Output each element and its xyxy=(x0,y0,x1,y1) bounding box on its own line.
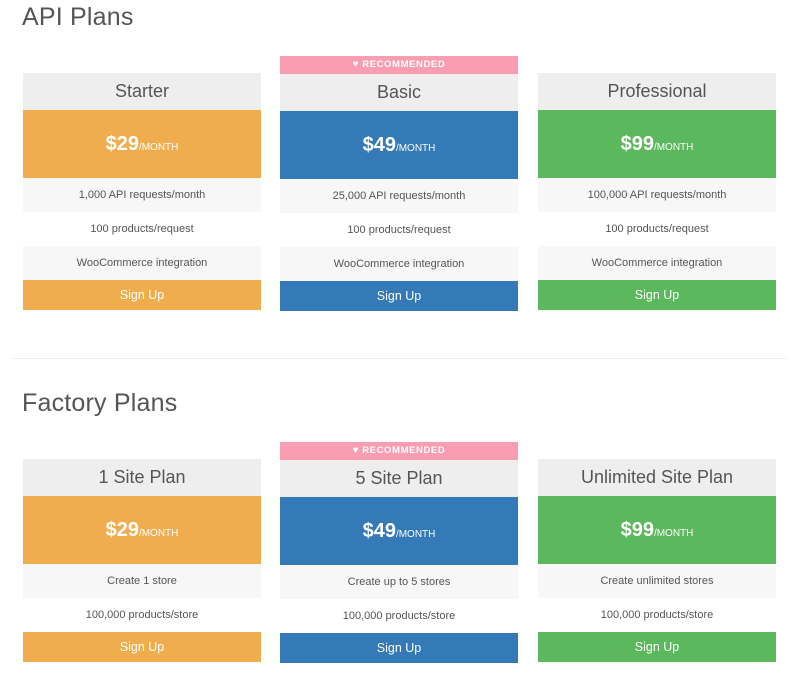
plan-card-professional: Professional $99/MONTH 100,000 API reque… xyxy=(538,73,776,310)
price-period: /MONTH xyxy=(138,528,179,539)
price-box: $29/MONTH xyxy=(23,110,261,178)
price-amount: $29 xyxy=(105,133,139,155)
sign-up-button-basic[interactable]: Sign Up xyxy=(280,281,518,311)
price-box: $49/MONTH xyxy=(280,111,518,179)
plan-name: Starter xyxy=(23,73,261,110)
price-box: $49/MONTH xyxy=(280,497,518,565)
feature-item: Create 1 store xyxy=(23,564,261,598)
feature-item: WooCommerce integration xyxy=(23,246,261,280)
plan-card-unlimited-site: Unlimited Site Plan $99/MONTH Create unl… xyxy=(538,459,776,662)
price-amount: $99 xyxy=(620,133,654,155)
price-amount: $99 xyxy=(620,519,654,541)
feature-item: Create up to 5 stores xyxy=(280,565,518,599)
recommended-label: RECOMMENDED xyxy=(362,59,446,70)
plan-card-1-site: 1 Site Plan $29/MONTH Create 1 store 100… xyxy=(23,459,261,662)
feature-item: 100 products/request xyxy=(347,224,451,236)
price-period: /MONTH xyxy=(653,528,694,539)
feature-item: 25,000 API requests/month xyxy=(280,179,518,213)
price-period: /MONTH xyxy=(653,142,694,153)
price-amount: $29 xyxy=(105,519,139,541)
feature-item: WooCommerce integration xyxy=(538,246,776,280)
sign-up-button-1-site[interactable]: Sign Up xyxy=(23,632,261,662)
heart-icon: ♥ xyxy=(352,445,360,456)
price-box: $99/MONTH xyxy=(538,496,776,564)
plan-card-starter: Starter $29/MONTH 1,000 API requests/mon… xyxy=(23,73,261,310)
plan-name: Basic xyxy=(280,74,518,111)
feature-item: 100,000 products/store xyxy=(85,609,199,621)
plan-name: Professional xyxy=(538,73,776,110)
price-period: /MONTH xyxy=(138,142,179,153)
feature-item: 100,000 products/store xyxy=(342,610,456,622)
sign-up-button-5-site[interactable]: Sign Up xyxy=(280,633,518,663)
feature-item: 100,000 API requests/month xyxy=(538,178,776,212)
section-title-api-plans: API Plans xyxy=(22,3,134,31)
feature-item: 100 products/request xyxy=(605,223,709,235)
feature-item: Create unlimited stores xyxy=(538,564,776,598)
recommended-badge: ♥ RECOMMENDED xyxy=(280,442,518,460)
heart-icon: ♥ xyxy=(352,59,360,70)
plan-name: 5 Site Plan xyxy=(280,460,518,497)
feature-item: 100,000 products/store xyxy=(600,609,714,621)
feature-item: 100 products/request xyxy=(90,223,194,235)
price-period: /MONTH xyxy=(395,143,436,154)
section-title-factory-plans: Factory Plans xyxy=(22,389,178,417)
sign-up-button-professional[interactable]: Sign Up xyxy=(538,280,776,310)
section-divider xyxy=(12,358,786,359)
recommended-badge: ♥ RECOMMENDED xyxy=(280,56,518,74)
recommended-label: RECOMMENDED xyxy=(362,445,446,456)
price-box: $99/MONTH xyxy=(538,110,776,178)
price-box: $29/MONTH xyxy=(23,496,261,564)
sign-up-button-unlimited-site[interactable]: Sign Up xyxy=(538,632,776,662)
plan-name: Unlimited Site Plan xyxy=(538,459,776,496)
feature-item: 1,000 API requests/month xyxy=(23,178,261,212)
price-amount: $49 xyxy=(362,520,396,542)
plan-card-5-site: ♥ RECOMMENDED 5 Site Plan $49/MONTH Creat… xyxy=(280,442,518,663)
plan-name: 1 Site Plan xyxy=(23,459,261,496)
sign-up-button-starter[interactable]: Sign Up xyxy=(23,280,261,310)
price-period: /MONTH xyxy=(395,529,436,540)
feature-item: WooCommerce integration xyxy=(280,247,518,281)
price-amount: $49 xyxy=(362,134,396,156)
plan-card-basic: ♥ RECOMMENDED Basic $49/MONTH 25,000 API … xyxy=(280,56,518,311)
